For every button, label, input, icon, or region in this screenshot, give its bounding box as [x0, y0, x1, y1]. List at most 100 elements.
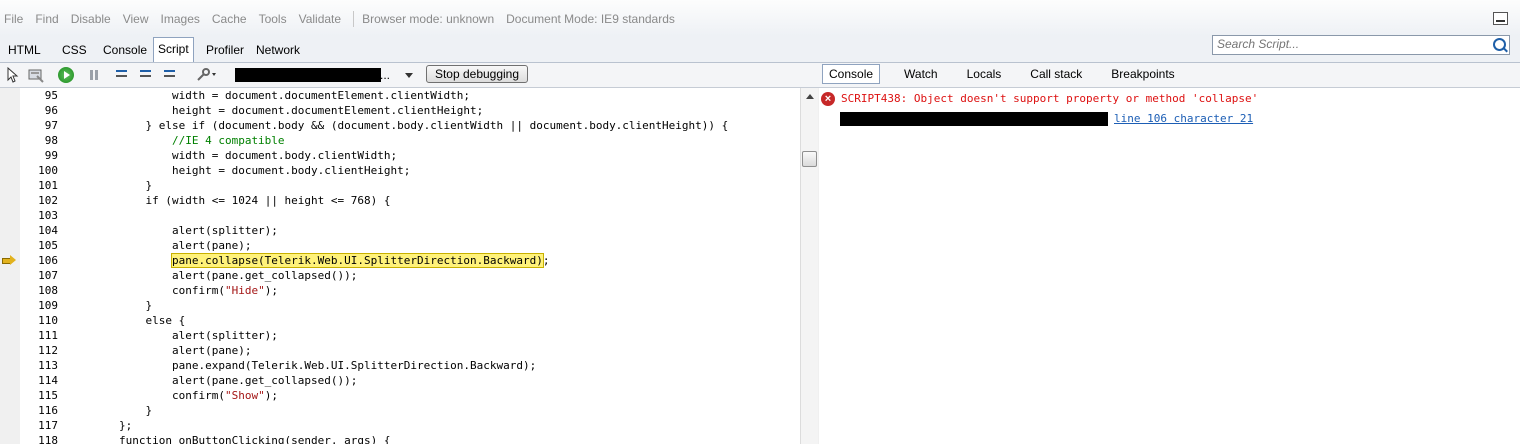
code-comment: //IE 4 compatible — [171, 134, 285, 147]
debug-options-icon[interactable] — [196, 67, 216, 83]
redacted-block — [840, 112, 1108, 126]
line-number: 111 — [38, 329, 58, 342]
script-file-suffix: ... — [380, 68, 391, 82]
code-line[interactable]: 108 confirm("Hide"); — [20, 283, 278, 298]
menu-view[interactable]: View — [123, 12, 149, 26]
scroll-up-icon[interactable] — [806, 94, 814, 99]
code-text: pane.expand(Telerik.Web.UI.SplitterDirec… — [171, 359, 537, 372]
code-text: confirm( — [171, 284, 225, 297]
search-icon[interactable] — [1493, 38, 1506, 51]
code-scrollbar[interactable] — [800, 88, 818, 444]
line-number: 101 — [38, 179, 58, 192]
line-number: 105 — [38, 239, 58, 252]
code-text: }; — [118, 419, 133, 432]
code-line[interactable]: 109 } — [20, 298, 152, 313]
tab-console[interactable]: Console — [99, 40, 151, 60]
code-line[interactable]: 110 else { — [20, 313, 185, 328]
code-line[interactable]: 115 confirm("Show"); — [20, 388, 278, 403]
search-script-input[interactable] — [1213, 36, 1491, 52]
code-line[interactable]: 102 if (width <= 1024 || height <= 768) … — [20, 193, 390, 208]
menu-cache[interactable]: Cache — [212, 12, 247, 26]
panel-tab-call-stack[interactable]: Call stack — [1025, 66, 1087, 82]
code-line[interactable]: 114 alert(pane.get_collapsed()); — [20, 373, 357, 388]
source-code-pane[interactable]: 95 width = document.documentElement.clie… — [0, 88, 800, 444]
menu-tools[interactable]: Tools — [259, 12, 287, 26]
line-number: 95 — [44, 89, 58, 102]
code-line[interactable]: 96 height = document.documentElement.cli… — [20, 103, 483, 118]
tab-script[interactable]: Script — [153, 37, 194, 62]
code-line[interactable]: 100 height = document.body.clientHeight; — [20, 163, 410, 178]
code-line[interactable]: 113 pane.expand(Telerik.Web.UI.SplitterD… — [20, 358, 536, 373]
code-line[interactable]: 111 alert(splitter); — [20, 328, 278, 343]
search-script-box — [1212, 35, 1510, 55]
code-line[interactable]: 103 — [20, 208, 66, 223]
stop-debugging-button[interactable]: Stop debugging — [426, 65, 528, 83]
menu-file[interactable]: File — [4, 12, 23, 26]
line-number: 116 — [38, 404, 58, 417]
code-line[interactable]: 97 } else if (document.body && (document… — [20, 118, 729, 133]
tab-network[interactable]: Network — [252, 40, 304, 60]
script-file-select[interactable]: ... — [235, 67, 413, 83]
panel-tab-console[interactable]: Console — [822, 64, 881, 84]
code-line[interactable]: 105 alert(pane); — [20, 238, 251, 253]
breakpoint-gutter[interactable] — [0, 88, 20, 444]
line-number: 99 — [44, 149, 58, 162]
tab-css[interactable]: CSS — [58, 40, 91, 60]
error-message: SCRIPT438: Object doesn't support proper… — [841, 92, 1259, 105]
code-text: } — [145, 299, 153, 312]
panel-tab-breakpoints[interactable]: Breakpoints — [1106, 66, 1179, 82]
code-text: height = document.body.clientHeight; — [171, 164, 411, 177]
code-line[interactable]: 116 } — [20, 403, 152, 418]
code-text: } — [145, 404, 153, 417]
clear-browser-icon[interactable] — [28, 67, 44, 83]
line-number: 118 — [38, 434, 58, 444]
code-text: alert(splitter); — [171, 224, 278, 237]
tab-profiler[interactable]: Profiler — [202, 40, 248, 60]
menu-find[interactable]: Find — [35, 12, 58, 26]
select-element-icon[interactable] — [5, 66, 21, 83]
code-line[interactable]: 95 width = document.documentElement.clie… — [20, 88, 470, 103]
step-over-icon[interactable] — [138, 67, 154, 81]
code-text: width = document.documentElement.clientW… — [171, 89, 470, 102]
line-number: 114 — [38, 374, 58, 387]
code-line[interactable]: 118 function onButtonClicking(sender, ar… — [20, 433, 390, 444]
line-number: 102 — [38, 194, 58, 207]
document-mode-menu[interactable]: Document Mode: IE9 standards — [506, 12, 675, 26]
menu-validate[interactable]: Validate — [299, 12, 341, 26]
break-all-icon[interactable] — [86, 67, 102, 83]
code-string: "Show" — [224, 389, 265, 402]
continue-icon[interactable] — [58, 67, 74, 83]
code-line[interactable]: 101 } — [20, 178, 152, 193]
code-line[interactable]: 98 //IE 4 compatible — [20, 133, 285, 148]
step-out-icon[interactable] — [162, 67, 178, 81]
panel-tab-watch[interactable]: Watch — [899, 66, 943, 82]
code-line[interactable]: 106 pane.collapse(Telerik.Web.UI.Splitte… — [20, 253, 549, 268]
panel-tabs: Console Watch Locals Call stack Breakpoi… — [822, 62, 1199, 86]
minimize-window-icon[interactable] — [1493, 12, 1508, 25]
menu-disable[interactable]: Disable — [71, 12, 111, 26]
line-number: 115 — [38, 389, 58, 402]
code-text: ); — [264, 284, 278, 297]
line-number: 103 — [38, 209, 58, 222]
panel-tab-locals[interactable]: Locals — [962, 66, 1007, 82]
step-into-icon[interactable] — [114, 67, 130, 81]
scrollbar-thumb[interactable] — [802, 151, 817, 167]
line-number: 96 — [44, 104, 58, 117]
menu-images[interactable]: Images — [161, 12, 200, 26]
tab-html[interactable]: HTML — [4, 40, 45, 60]
browser-mode-menu[interactable]: Browser mode: unknown — [362, 12, 494, 26]
code-line[interactable]: 117 }; — [20, 418, 132, 433]
code-line[interactable]: 99 width = document.body.clientWidth; — [20, 148, 397, 163]
code-line[interactable]: 107 alert(pane.get_collapsed()); — [20, 268, 357, 283]
code-line[interactable]: 112 alert(pane); — [20, 343, 251, 358]
error-location-link[interactable]: line 106 character 21 — [1114, 112, 1253, 125]
code-line[interactable]: 104 alert(splitter); — [20, 223, 278, 238]
